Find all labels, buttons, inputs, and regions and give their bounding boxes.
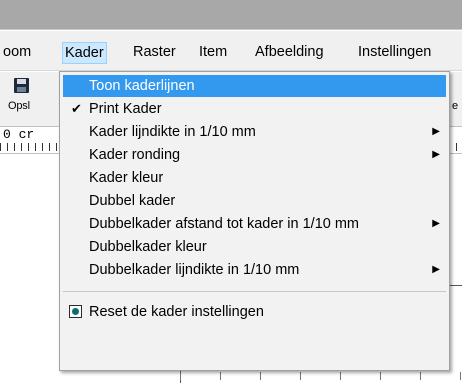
ruler-ticks-left	[0, 143, 60, 151]
menu-item-dubbelkader-afstand[interactable]: Dubbelkader afstand tot kader in 1/10 mm…	[63, 213, 446, 235]
submenu-arrow-icon: ▶	[432, 126, 440, 137]
menu-item-label: Dubbelkader lijndikte in 1/10 mm	[89, 262, 300, 278]
toolbar-right-label: e	[452, 100, 459, 112]
menu-raster[interactable]: Raster	[131, 41, 178, 63]
menu-afbeelding[interactable]: Afbeelding	[253, 41, 326, 63]
menu-item-label: Print Kader	[89, 101, 162, 117]
menu-item-label: Kader lijndikte in 1/10 mm	[89, 124, 256, 140]
menu-instellingen[interactable]: Instellingen	[356, 41, 433, 63]
menu-item-label: Dubbel kader	[89, 193, 176, 209]
save-icon[interactable]	[14, 78, 29, 93]
kader-dropdown-menu: Toon kaderlijnen ✔ Print Kader Kader lij…	[59, 71, 450, 371]
menu-item-reset-kader[interactable]: Reset de kader instellingen	[63, 301, 446, 323]
ruler-label: 0 cr	[3, 127, 35, 142]
menu-item-label: Kader ronding	[89, 147, 181, 163]
menu-item-label: Reset de kader instellingen	[89, 304, 264, 320]
menu-item-label: Kader kleur	[89, 170, 164, 186]
menu-bar: oom Kader Raster Item Afbeelding Instell…	[0, 31, 462, 71]
menu-kader[interactable]: Kader	[62, 42, 107, 64]
menu-item-label: Dubbelkader kleur	[89, 239, 207, 255]
canvas-grid-ticks	[180, 372, 462, 380]
menu-item-kader-ronding[interactable]: Kader ronding ▶	[63, 144, 446, 166]
menu-item[interactable]: Item	[197, 41, 229, 63]
checkmark-icon: ✔	[71, 101, 82, 116]
menu-item-dubbelkader-kleur[interactable]: Dubbelkader kleur	[63, 236, 446, 258]
menu-item-dubbelkader-lijndikte[interactable]: Dubbelkader lijndikte in 1/10 mm ▶	[63, 259, 446, 281]
menu-item-label: Toon kaderlijnen	[89, 78, 195, 94]
submenu-arrow-icon: ▶	[432, 264, 440, 275]
menu-item-toon-kaderlijnen[interactable]: Toon kaderlijnen	[63, 75, 446, 97]
title-bar	[0, 0, 462, 30]
canvas-frame-line-right	[449, 285, 462, 286]
radio-selected-icon	[69, 305, 82, 318]
save-button-label[interactable]: Opsl	[8, 100, 30, 112]
menu-item-dubbel-kader[interactable]: Dubbel kader	[63, 190, 446, 212]
menu-item-label: Dubbelkader afstand tot kader in 1/10 mm	[89, 216, 360, 232]
submenu-arrow-icon: ▶	[432, 218, 440, 229]
menu-item-print-kader[interactable]: ✔ Print Kader	[63, 98, 446, 120]
menu-item-kader-lijndikte[interactable]: Kader lijndikte in 1/10 mm ▶	[63, 121, 446, 143]
menu-separator	[63, 291, 446, 292]
menu-zoom[interactable]: oom	[1, 41, 33, 63]
menu-item-kader-kleur[interactable]: Kader kleur	[63, 167, 446, 189]
submenu-arrow-icon: ▶	[432, 149, 440, 160]
